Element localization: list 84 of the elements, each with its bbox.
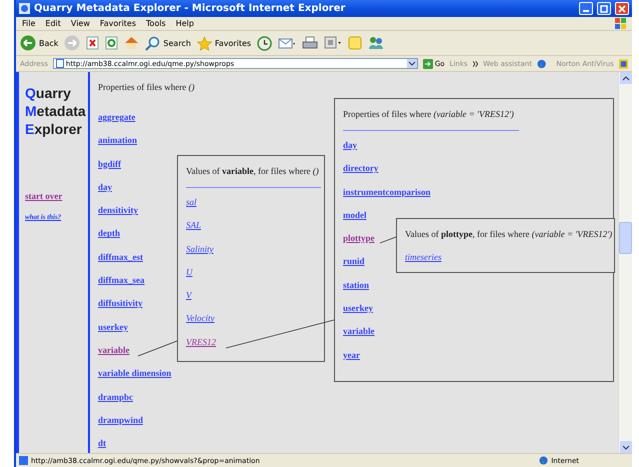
mail-icon — [278, 36, 296, 50]
menu-item[interactable]: File — [22, 19, 36, 28]
dropdown-icon[interactable] — [406, 59, 417, 68]
mail-button[interactable] — [278, 36, 296, 50]
leader-line — [138, 340, 178, 356]
property-link[interactable]: depth — [98, 227, 120, 240]
minimize-button[interactable] — [579, 2, 593, 15]
menu-item[interactable]: Favorites — [100, 19, 136, 28]
property-link[interactable]: instrumentcomparison — [343, 186, 430, 198]
back-button[interactable]: Back — [20, 35, 58, 51]
property-link[interactable]: aggregate — [98, 111, 136, 123]
arrow-icon — [422, 58, 433, 68]
favorites-button[interactable]: Favorites — [196, 36, 252, 50]
property-link[interactable]: animation — [98, 134, 138, 146]
menu-item[interactable]: Help — [176, 19, 194, 28]
value-link[interactable]: timeseries — [405, 251, 442, 263]
property-link[interactable]: userkey — [98, 320, 128, 333]
close-button[interactable] — [615, 2, 629, 15]
home-icon — [124, 36, 140, 50]
people-icon — [368, 36, 384, 50]
printer-icon — [302, 36, 318, 50]
start-over-link[interactable]: start over — [25, 191, 62, 201]
maximize-icon — [600, 4, 608, 12]
property-link[interactable]: bgdiff — [98, 158, 122, 170]
property-link[interactable]: diffusitivity — [98, 297, 143, 310]
value-link[interactable]: SAL — [186, 219, 202, 232]
scroll-thumb[interactable] — [619, 222, 632, 254]
property-link[interactable]: plottype — [343, 232, 374, 244]
value-link[interactable]: Velocity — [186, 312, 214, 324]
search-button[interactable]: Search — [145, 36, 191, 50]
menu-item[interactable]: View — [70, 19, 90, 28]
property-link[interactable]: runid — [343, 255, 365, 268]
property-link[interactable]: dt — [98, 437, 106, 450]
globe-icon[interactable] — [537, 58, 546, 68]
property-link[interactable]: model — [343, 208, 366, 221]
value-link[interactable]: sal — [186, 196, 197, 208]
messenger-button[interactable] — [368, 36, 384, 50]
property-link[interactable]: drampbc — [98, 390, 134, 403]
property-link[interactable]: variable — [343, 325, 374, 338]
stop-icon — [86, 36, 100, 50]
property-link[interactable]: directory — [343, 162, 378, 174]
star-icon — [196, 36, 212, 50]
print-button[interactable] — [302, 36, 318, 50]
browser-icon — [19, 3, 30, 14]
windows-logo-icon — [615, 18, 626, 29]
window-title: Quarry Metadata Explorer - Microsoft Internet Explorer — [34, 3, 346, 14]
refresh-icon — [105, 36, 118, 50]
maximize-button[interactable] — [597, 2, 611, 15]
value-link[interactable]: U — [186, 266, 192, 278]
value-link[interactable]: Salinity — [186, 242, 214, 255]
property-link[interactable]: station — [343, 278, 370, 291]
value-link[interactable]: V — [186, 289, 192, 302]
site-logo: Quarry Metadata Explorer — [25, 84, 87, 138]
menu-item[interactable]: Tools — [146, 19, 166, 28]
properties-heading: Properties of files where () — [98, 82, 194, 92]
popup-heading: Properties of files where (variable = 'VRES12') — [343, 109, 514, 119]
menu-item[interactable]: Edit — [45, 19, 61, 28]
globe-icon — [539, 456, 548, 465]
close-icon — [618, 4, 626, 12]
value-link[interactable]: VRES12 — [186, 336, 216, 348]
chevron-icon[interactable] — [472, 60, 478, 66]
popup-heading: Values of plottype, for files where (variable = 'VRES12') — [405, 229, 612, 239]
leader-line — [380, 236, 396, 244]
property-link[interactable]: drampwind — [98, 414, 144, 426]
property-link[interactable]: day — [98, 180, 112, 193]
property-link[interactable]: diffmax_sea — [98, 274, 144, 286]
popup-heading: Values of variable, for files where () — [186, 166, 319, 176]
refresh-button[interactable] — [105, 36, 118, 50]
history-button[interactable] — [257, 36, 272, 50]
property-link[interactable]: variable dimension — [98, 367, 172, 380]
scroll-up-button[interactable] — [620, 72, 632, 84]
property-link[interactable]: userkey — [343, 302, 373, 314]
property-link[interactable]: year — [343, 348, 360, 361]
property-link[interactable]: day — [343, 139, 358, 151]
property-link[interactable]: diffmax_est — [98, 250, 143, 263]
stop-button[interactable] — [86, 36, 100, 50]
search-icon — [145, 36, 160, 50]
property-link[interactable]: densitivity — [98, 204, 138, 216]
history-icon — [257, 36, 272, 50]
note-icon — [348, 36, 362, 50]
antivirus-icon[interactable] — [618, 58, 628, 68]
scroll-down-button[interactable] — [620, 441, 632, 453]
property-link[interactable]: variable — [98, 344, 130, 356]
home-button[interactable] — [124, 36, 140, 50]
